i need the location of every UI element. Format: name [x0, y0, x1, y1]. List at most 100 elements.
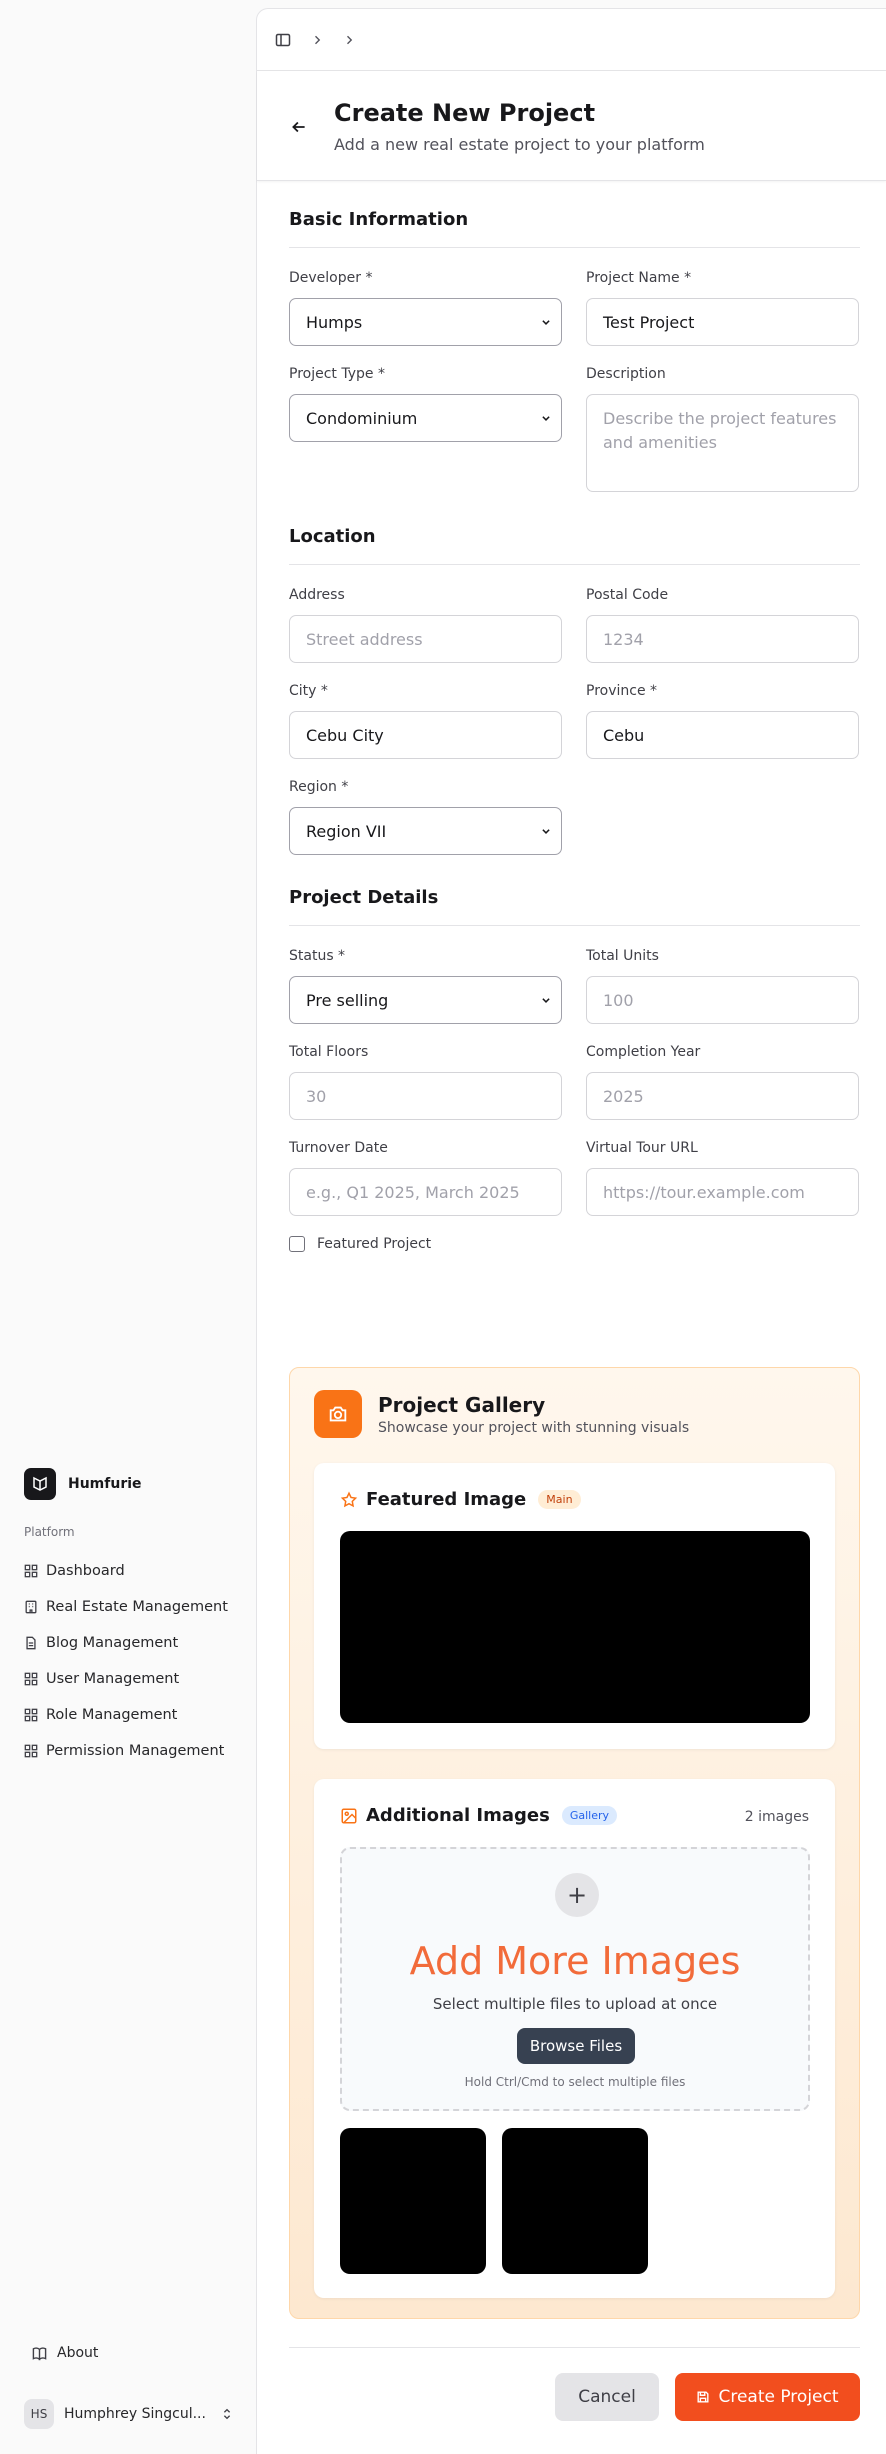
- create-project-label: Create Project: [718, 2387, 839, 2407]
- avatar: HS: [24, 2399, 54, 2429]
- chevron-down-icon: [542, 320, 550, 325]
- image-thumbnail[interactable]: [340, 2128, 486, 2274]
- project-type-select[interactable]: Condominium: [289, 394, 562, 442]
- image-thumbnail[interactable]: [502, 2128, 648, 2274]
- dropzone-hint: Hold Ctrl/Cmd to select multiple files: [464, 2075, 686, 2089]
- section-title-details: Project Details: [289, 887, 860, 926]
- sidebar-item-blog[interactable]: Blog Management: [24, 1625, 246, 1661]
- create-project-button[interactable]: Create Project: [675, 2373, 860, 2421]
- total-floors-input[interactable]: 30: [289, 1072, 562, 1120]
- province-input[interactable]: Cebu: [586, 711, 859, 759]
- additional-images-card: Additional Images Gallery 2 images + Add…: [314, 1779, 835, 2298]
- gallery-title: Project Gallery: [378, 1392, 546, 1417]
- star-icon: [340, 1491, 358, 1507]
- brand[interactable]: Humfurie: [24, 1468, 142, 1500]
- chevron-down-icon: [542, 998, 550, 1003]
- page-subtitle: Add a new real estate project to your pl…: [334, 135, 705, 154]
- sidebar: Humfurie Platform Dashboard Real Estate …: [0, 0, 256, 2454]
- camera-icon: [314, 1390, 362, 1438]
- save-icon: [697, 2391, 709, 2403]
- chevron-down-icon: [542, 416, 550, 421]
- section-title-location: Location: [289, 526, 860, 565]
- brand-logo-icon: [24, 1468, 56, 1500]
- city-input[interactable]: Cebu City: [289, 711, 562, 759]
- about-link[interactable]: About: [32, 2345, 98, 2361]
- developer-value: Humps: [306, 312, 363, 332]
- region-value: Region VII: [306, 821, 387, 841]
- main-panel: Create New Project Add a new real estate…: [256, 8, 886, 2454]
- project-name-input[interactable]: Test Project: [586, 298, 859, 346]
- sidebar-item-label: Real Estate Management: [46, 1599, 228, 1615]
- gallery-subtitle: Showcase your project with stunning visu…: [378, 1419, 690, 1436]
- developer-label: Developer *: [289, 270, 373, 286]
- postal-code-input[interactable]: 1234: [586, 615, 859, 663]
- completion-year-input[interactable]: 2025: [586, 1072, 859, 1120]
- total-units-label: Total Units: [586, 948, 659, 964]
- main-badge: Main: [538, 1490, 581, 1509]
- sidebar-item-real-estate[interactable]: Real Estate Management: [24, 1589, 246, 1625]
- featured-image-preview[interactable]: [340, 1531, 810, 1723]
- region-label: Region *: [289, 779, 349, 795]
- building-icon: [25, 1600, 37, 1614]
- sidebar-item-label: Blog Management: [46, 1635, 179, 1651]
- chevron-right-icon: [347, 35, 353, 44]
- book-icon: [32, 2346, 47, 2361]
- turnover-date-input[interactable]: e.g., Q1 2025, March 2025: [289, 1168, 562, 1216]
- region-select[interactable]: Region VII: [289, 807, 562, 855]
- featured-label: Featured Project: [317, 1236, 432, 1252]
- featured-checkbox[interactable]: [289, 1236, 305, 1252]
- section-title-basic: Basic Information: [289, 209, 860, 248]
- status-value: Pre selling: [306, 990, 389, 1010]
- grid-icon: [24, 1564, 38, 1578]
- sidebar-toggle-icon[interactable]: [275, 32, 291, 48]
- about-label: About: [57, 2345, 99, 2361]
- sidebar-item-roles[interactable]: Role Management: [24, 1697, 246, 1733]
- sidebar-item-permissions[interactable]: Permission Management: [24, 1733, 246, 1769]
- featured-row: Featured Project: [289, 1236, 860, 1252]
- turnover-date-label: Turnover Date: [289, 1140, 388, 1156]
- grid-icon: [24, 1672, 38, 1686]
- status-label: Status *: [289, 948, 346, 964]
- sidebar-item-users[interactable]: User Management: [24, 1661, 246, 1697]
- dropzone-title: Add More Images: [409, 1939, 741, 1983]
- footer-divider: [289, 2347, 860, 2348]
- sidebar-item-label: Permission Management: [46, 1743, 225, 1759]
- sidebar-item-label: Dashboard: [46, 1563, 125, 1579]
- image-count: 2 images: [744, 1809, 809, 1825]
- developer-select[interactable]: Humps: [289, 298, 562, 346]
- chevron-down-icon: [542, 829, 550, 834]
- postal-code-label: Postal Code: [586, 587, 669, 603]
- arrow-left-icon: [292, 121, 305, 133]
- virtual-tour-label: Virtual Tour URL: [586, 1140, 698, 1156]
- project-name-label: Project Name *: [586, 270, 692, 286]
- back-button[interactable]: [287, 115, 311, 139]
- sidebar-item-dashboard[interactable]: Dashboard: [24, 1553, 246, 1589]
- project-form: Basic Information Developer * Humps Proj…: [289, 209, 860, 1252]
- document-icon: [26, 1636, 36, 1650]
- description-textarea[interactable]: Describe the project features and amenit…: [586, 394, 859, 492]
- city-label: City *: [289, 683, 328, 699]
- user-menu[interactable]: HS Humphrey Singcul...: [24, 2398, 234, 2430]
- gallery-badge: Gallery: [561, 1806, 618, 1825]
- image-icon: [341, 1808, 357, 1823]
- brand-name: Humfurie: [68, 1476, 142, 1492]
- project-gallery: Project Gallery Showcase your project wi…: [289, 1367, 860, 2319]
- total-units-input[interactable]: 100: [586, 976, 859, 1024]
- dropzone-subtitle: Select multiple files to upload at once: [432, 1995, 718, 2013]
- total-floors-label: Total Floors: [289, 1044, 369, 1060]
- topbar: [257, 9, 886, 71]
- cancel-button[interactable]: Cancel: [555, 2373, 659, 2421]
- virtual-tour-input[interactable]: https://tour.example.com: [586, 1168, 859, 1216]
- nav-heading: Platform: [24, 1525, 75, 1539]
- additional-images-title: Additional Images: [366, 1805, 550, 1826]
- image-dropzone[interactable]: + Add More Images Select multiple files …: [340, 1847, 810, 2111]
- status-select[interactable]: Pre selling: [289, 976, 562, 1024]
- browse-files-button[interactable]: Browse Files: [517, 2028, 635, 2064]
- featured-image-card: Featured Image Main: [314, 1463, 835, 1749]
- project-type-value: Condominium: [306, 408, 418, 428]
- address-input[interactable]: Street address: [289, 615, 562, 663]
- chevron-right-icon: [315, 35, 321, 44]
- description-label: Description: [586, 366, 666, 382]
- grid-icon: [24, 1744, 38, 1758]
- project-type-label: Project Type *: [289, 366, 385, 382]
